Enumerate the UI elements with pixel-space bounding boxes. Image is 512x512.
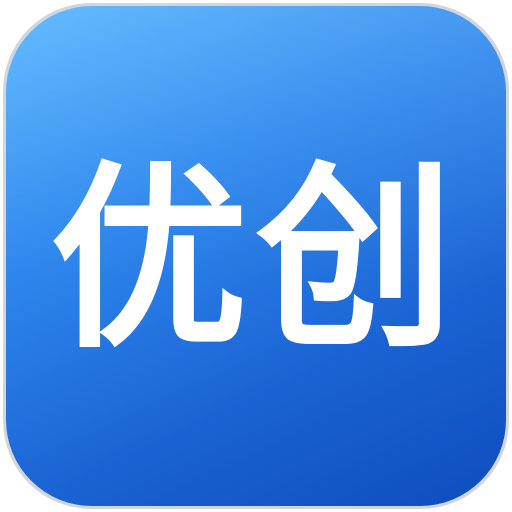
app-icon[interactable]: 优创 — [6, 6, 506, 506]
app-icon-label-wrap: 优创 — [6, 6, 506, 506]
app-icon-label: 优创 — [50, 144, 462, 375]
